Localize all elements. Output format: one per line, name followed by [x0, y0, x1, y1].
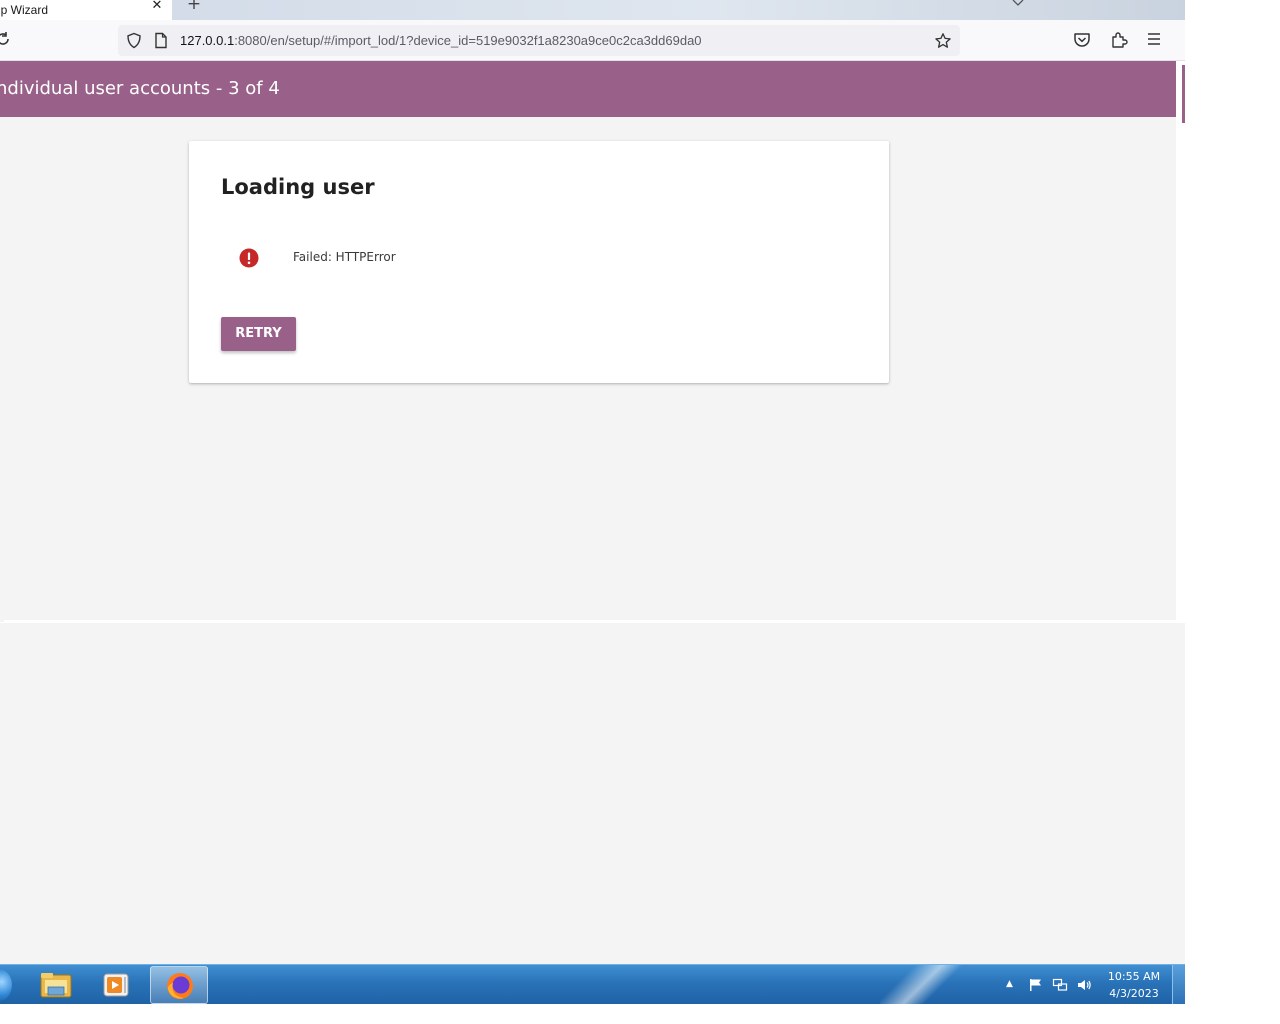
screen: up Wizard ✕ + 127.0.0.1:8080/en/setup/#/… [0, 0, 1280, 1024]
tab-title: up Wizard [0, 3, 49, 17]
start-button[interactable] [0, 969, 12, 1001]
app-header: ndividual user accounts - 3 of 4 [0, 61, 1176, 117]
browser-tab[interactable]: up Wizard ✕ [0, 0, 172, 20]
navigation-toolbar: 127.0.0.1:8080/en/setup/#/import_lod/1?d… [0, 20, 1185, 61]
show-desktop-button[interactable] [1172, 965, 1185, 1004]
reload-icon[interactable] [0, 30, 12, 48]
volume-icon[interactable] [1076, 978, 1092, 992]
close-tab-icon[interactable]: ✕ [150, 0, 164, 14]
page-content: ndividual user accounts - 3 of 4 Loading… [0, 61, 1185, 964]
action-center-flag-icon[interactable] [1028, 978, 1044, 992]
hamburger-menu-icon[interactable] [1146, 32, 1162, 46]
network-icon[interactable] [1052, 978, 1068, 992]
pocket-icon[interactable] [1073, 32, 1091, 48]
url-path: :8080/en/setup/#/import_lod/1?device_id=… [234, 33, 702, 48]
url-host: 127.0.0.1 [180, 33, 235, 48]
error-message: Failed: HTTPError [293, 250, 396, 264]
clock-time[interactable]: 10:55 AM [1102, 970, 1166, 983]
error-icon [239, 248, 259, 268]
show-hidden-icons-arrow-icon[interactable]: ▲ [1006, 979, 1013, 989]
explorer-icon[interactable] [28, 966, 86, 1004]
header-edge [1182, 65, 1185, 123]
loading-user-card: Loading user Failed: HTTPError RETRY [189, 141, 889, 383]
bookmark-star-icon[interactable] [934, 32, 952, 50]
list-tabs-chevron-icon[interactable] [1012, 0, 1024, 10]
url-text[interactable]: 127.0.0.1:8080/en/setup/#/import_lod/1?d… [180, 33, 702, 48]
media-player-icon[interactable] [88, 966, 146, 1004]
firefox-icon[interactable] [150, 966, 208, 1004]
tab-strip: up Wizard ✕ + [0, 0, 1185, 20]
page-info-icon[interactable] [154, 32, 168, 49]
taskbar-glare [880, 965, 970, 1004]
card-title: Loading user [221, 175, 375, 199]
retry-button[interactable]: RETRY [221, 317, 296, 351]
taskbar: ▲ 10:55 AM 4/3/2023 [0, 964, 1185, 1004]
new-tab-icon[interactable]: + [186, 0, 202, 13]
page-title: ndividual user accounts - 3 of 4 [0, 78, 280, 99]
url-bar[interactable]: 127.0.0.1:8080/en/setup/#/import_lod/1?d… [118, 25, 960, 56]
empty-area [0, 623, 1185, 964]
tracking-protection-shield-icon[interactable] [126, 32, 142, 49]
clock-date[interactable]: 4/3/2023 [1102, 987, 1166, 1000]
extensions-puzzle-icon[interactable] [1110, 31, 1128, 49]
